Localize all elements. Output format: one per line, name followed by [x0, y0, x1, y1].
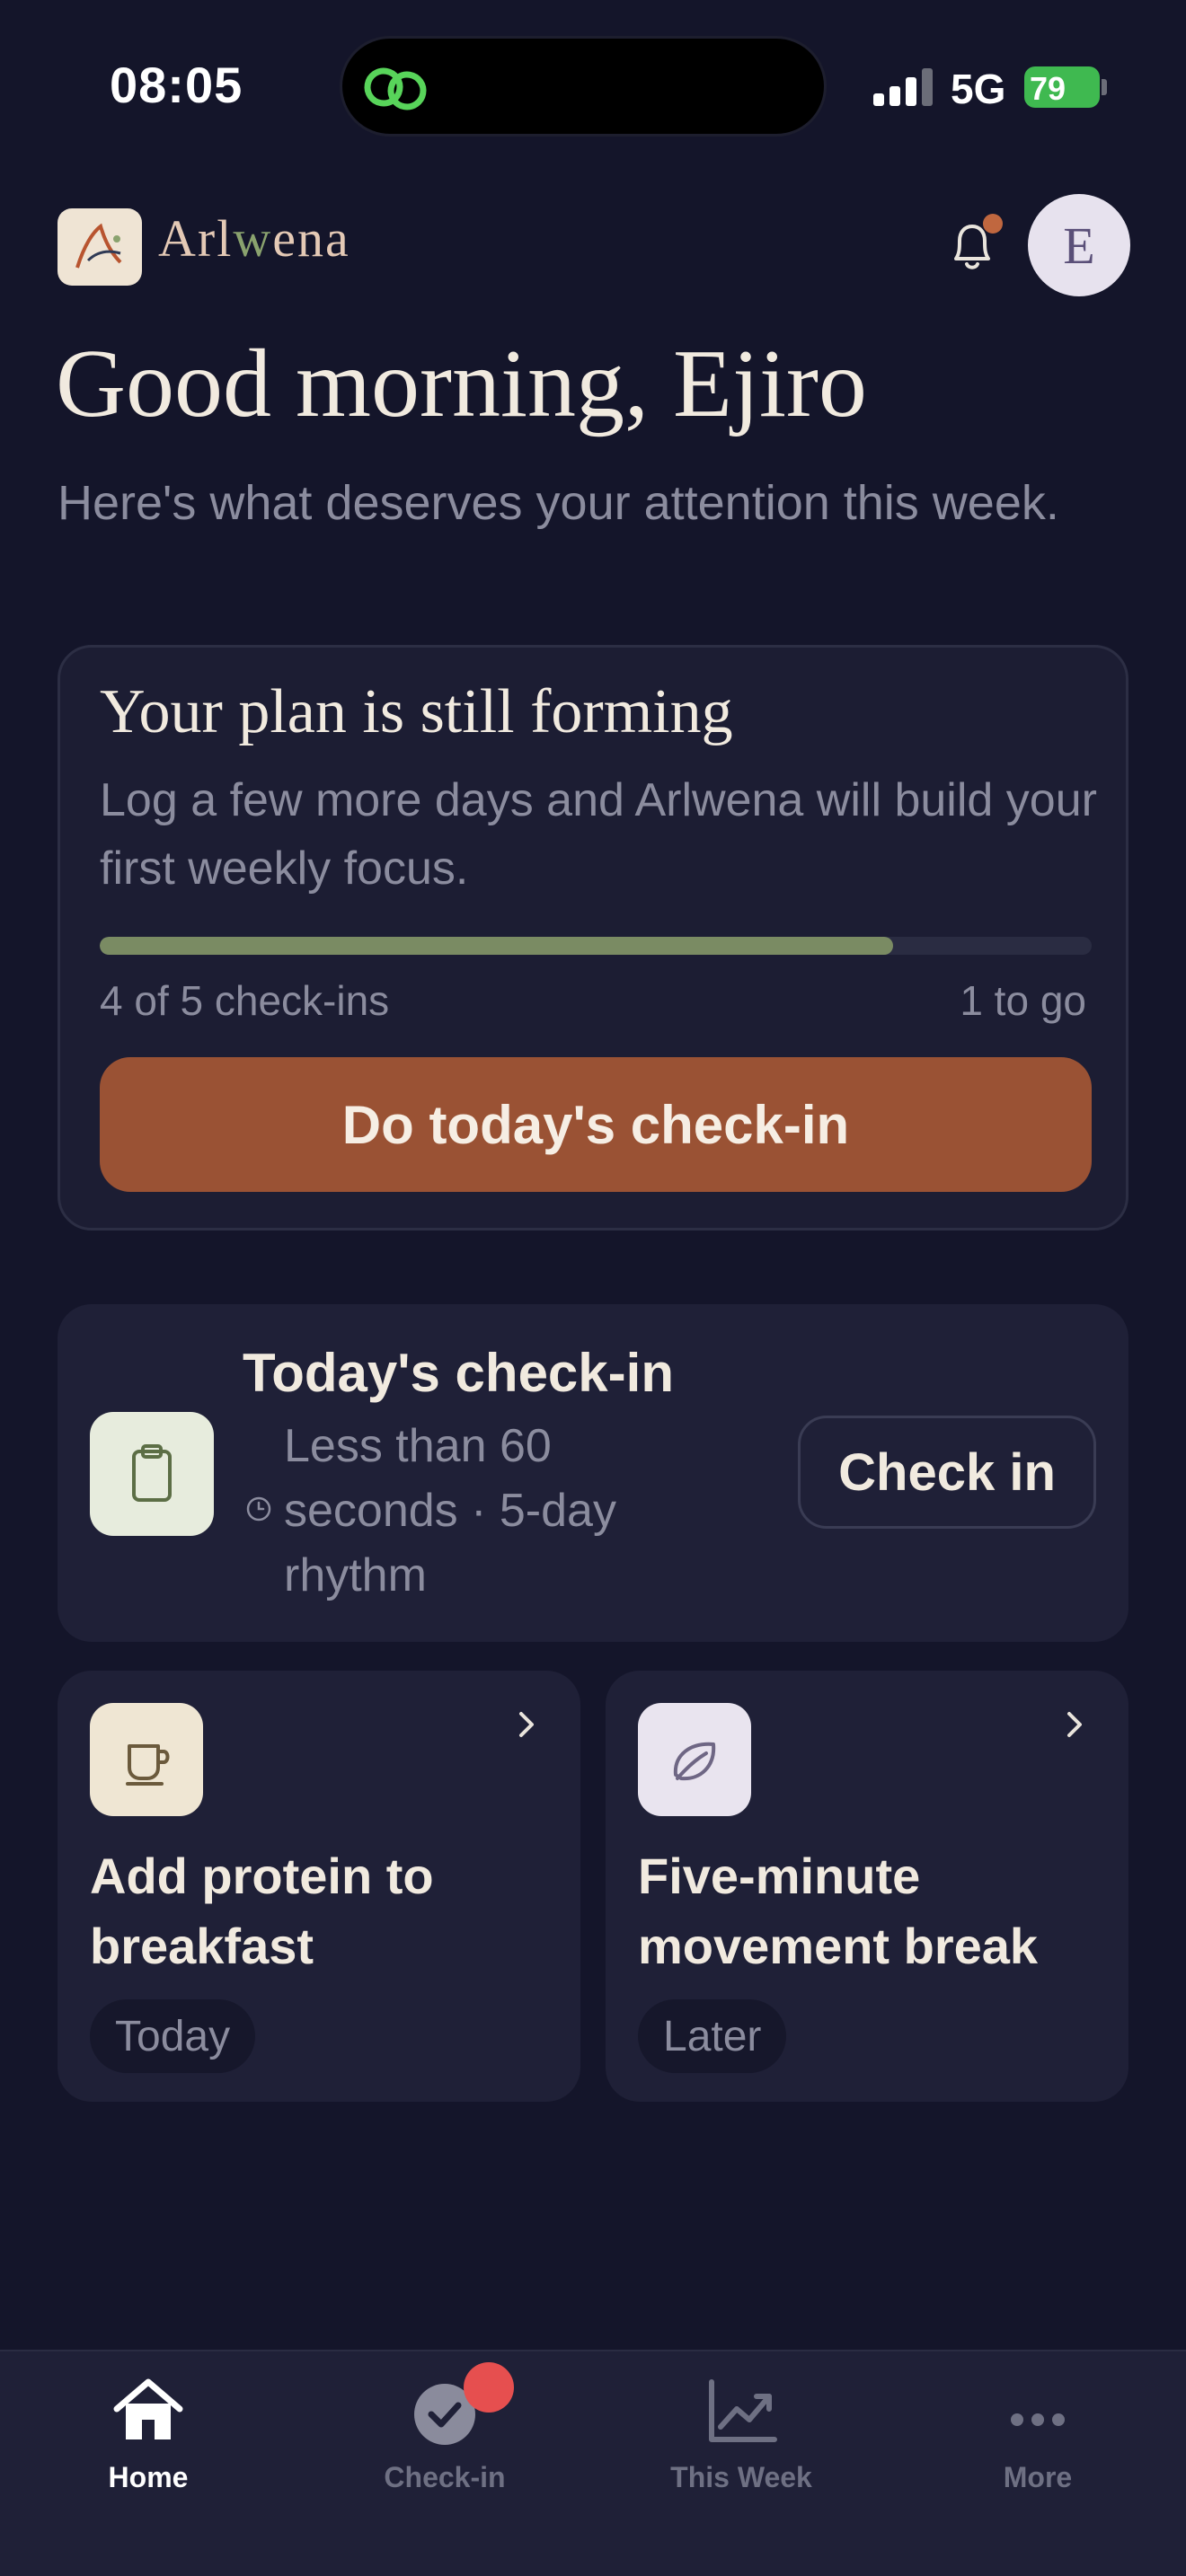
- logo-mark-icon: [75, 223, 122, 269]
- tab-this-week[interactable]: This Week: [593, 2351, 890, 2531]
- cup-icon: [126, 1744, 170, 1786]
- battery-level: 79: [1030, 70, 1067, 107]
- brand-prefix: Arl: [158, 209, 234, 268]
- chevron-right-icon: [1067, 1712, 1082, 1737]
- dynamic-island: [340, 36, 827, 137]
- plan-card: Your plan is still forming Log a few mor…: [58, 645, 1128, 1231]
- task-icon-tile: [638, 1703, 751, 1816]
- status-time: 08:05: [110, 57, 243, 113]
- link-icon: [364, 67, 427, 110]
- tab-more[interactable]: More: [890, 2351, 1186, 2531]
- more-icon: [1011, 2413, 1065, 2426]
- check-in-badge: [464, 2362, 514, 2413]
- task-tag: Today: [90, 1999, 256, 2073]
- check-in-button[interactable]: Check in: [798, 1416, 1096, 1529]
- checkin-progress-bar: [100, 937, 1092, 955]
- task-icon-tile: [90, 1703, 203, 1816]
- do-checkin-button[interactable]: Do today's check-in: [100, 1057, 1092, 1192]
- task-card-movement[interactable]: Five-minute movement break Later: [606, 1671, 1128, 2102]
- plan-title: Your plan is still forming: [100, 677, 733, 746]
- clipboard-icon-tile: [90, 1412, 214, 1536]
- tab-label: Check-in: [384, 2461, 506, 2493]
- tab-label: This Week: [670, 2461, 812, 2493]
- battery-icon: 79: [1024, 66, 1107, 108]
- task-tag: Later: [638, 1999, 787, 2073]
- home-icon: [113, 2378, 183, 2439]
- brand-suffix: ena: [272, 209, 350, 268]
- clipboard-icon: [132, 1444, 172, 1502]
- tab-bar: Home Check-in This Week More: [0, 2350, 1186, 2576]
- progress-fill: [100, 937, 894, 955]
- brand-accent: w: [233, 209, 273, 268]
- status-bar: 08:05 5G 79: [0, 0, 1186, 162]
- app-logo: [58, 208, 142, 286]
- home-screen: 08:05 5G 79 Arlwena E Good morning, Ejir…: [0, 0, 1186, 2576]
- progress-count: 4 of 5 check-ins: [100, 977, 390, 1024]
- signal-icon: [873, 66, 934, 106]
- checkin-title: Today's check-in: [243, 1343, 674, 1403]
- tab-label: More: [1003, 2461, 1073, 2493]
- checkin-meta: Less than 60 seconds · 5-day rhythm: [284, 1420, 616, 1601]
- page-title: Good morning, Ejiro: [56, 331, 867, 437]
- task-title: Add protein to breakfast: [90, 1848, 434, 1974]
- tab-label: Home: [108, 2461, 189, 2493]
- chart-icon: [709, 2379, 777, 2442]
- brand-name: Arlwena: [158, 208, 350, 269]
- today-checkin-card[interactable]: Today's check-in Less than 60 seconds · …: [58, 1304, 1128, 1642]
- network-label: 5G: [951, 66, 1006, 112]
- tab-home[interactable]: Home: [0, 2351, 296, 2531]
- progress-remaining: 1 to go: [960, 977, 1086, 1024]
- tab-check-in[interactable]: Check-in: [296, 2351, 593, 2531]
- task-title: Five-minute movement break: [638, 1848, 1039, 1974]
- leaf-icon: [673, 1742, 716, 1781]
- plan-description: Log a few more days and Arlwena will bui…: [100, 774, 1097, 895]
- avatar[interactable]: E: [1028, 194, 1130, 296]
- task-card-protein[interactable]: Add protein to breakfast Today: [58, 1671, 580, 2102]
- chevron-right-icon: [519, 1712, 534, 1737]
- page-subtitle: Here's what deserves your attention this…: [58, 476, 1059, 530]
- clock-icon: [246, 1496, 271, 1522]
- notification-dot: [983, 214, 1003, 234]
